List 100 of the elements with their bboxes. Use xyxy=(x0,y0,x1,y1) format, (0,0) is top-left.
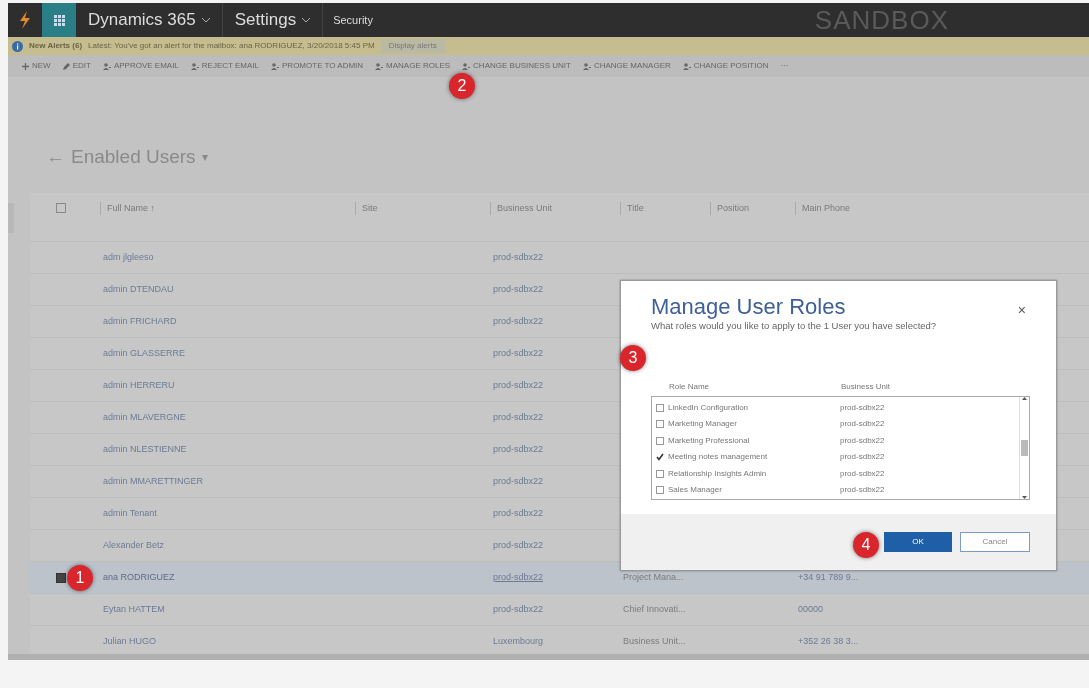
subarea-link[interactable]: Security xyxy=(323,3,383,37)
view-selector-caret[interactable]: ▾ xyxy=(201,148,208,166)
business-unit: prod-sdbx22 xyxy=(840,451,885,464)
dialog-title: Manage User Roles xyxy=(651,295,846,320)
role-name: Marketing Professional xyxy=(668,434,751,447)
business-unit: prod-sdbx22 xyxy=(840,467,885,480)
table-cell: Chief Innovati... xyxy=(623,603,686,614)
business-unit-link[interactable]: prod-sdbx22 xyxy=(493,475,544,486)
command-button[interactable]: ··· xyxy=(780,60,789,72)
select-all-checkbox[interactable] xyxy=(56,203,66,214)
row-checkbox[interactable] xyxy=(56,572,66,583)
scrollbar-thumb xyxy=(1021,440,1028,457)
user-name-link[interactable]: Eytan HATTEM xyxy=(103,603,165,614)
command-button[interactable]: APPROVE EMAIL xyxy=(102,60,179,72)
user-name-link[interactable]: adm jlgleeso xyxy=(103,251,154,262)
user-name-link[interactable]: admin NLESTIENNE xyxy=(103,443,187,454)
column-header[interactable]: Main Phone xyxy=(795,201,895,216)
business-unit-link[interactable]: prod-sdbx22 xyxy=(493,571,544,582)
alert-title: New Alerts (6) xyxy=(29,40,83,52)
info-icon xyxy=(12,40,23,52)
command-button[interactable]: MANAGE ROLES xyxy=(375,60,451,72)
phone-link[interactable]: +34 91 789 9... xyxy=(798,571,859,582)
view-title: Enabled Users xyxy=(71,144,196,169)
phone-link[interactable]: +352 26 38 3... xyxy=(798,635,859,646)
display-alerts-link[interactable]: Display alerts xyxy=(380,39,445,53)
business-unit-link[interactable]: prod-sdbx22 xyxy=(493,411,544,422)
command-button[interactable]: NEW xyxy=(22,60,51,72)
sidebar-toggle[interactable] xyxy=(8,203,14,233)
business-unit-link[interactable]: prod-sdbx22 xyxy=(493,507,544,518)
user-name-link[interactable]: Alexander Betz xyxy=(103,539,165,550)
user-name-link[interactable]: admin Tenant xyxy=(103,507,157,518)
business-unit-link[interactable]: prod-sdbx22 xyxy=(493,603,544,614)
user-name-link[interactable]: admin HERRERU xyxy=(103,379,175,390)
dialog-subtitle: What roles would you like to apply to the 1 User you have selected? xyxy=(651,319,938,334)
scroll-up-icon xyxy=(1022,397,1027,401)
column-header[interactable]: Site xyxy=(355,201,490,216)
business-unit-link[interactable]: prod-sdbx22 xyxy=(493,251,544,262)
command-button[interactable]: CHANGE POSITION xyxy=(682,60,769,72)
list-header: Business Unit xyxy=(841,381,890,394)
business-unit-link[interactable]: prod-sdbx22 xyxy=(493,539,544,550)
user-name-link[interactable]: admin MLAVERGNE xyxy=(103,411,186,422)
chevron-icon xyxy=(302,17,311,23)
product-menu[interactable]: Dynamics 365 xyxy=(88,7,196,33)
command-button[interactable]: EDIT xyxy=(62,60,91,72)
person-icon xyxy=(375,62,384,70)
business-unit-link[interactable]: prod-sdbx22 xyxy=(493,347,544,358)
role-checkbox[interactable] xyxy=(656,420,664,429)
role-name: Meeting notes management xyxy=(668,451,769,464)
command-button[interactable]: REJECT EMAIL xyxy=(190,60,260,72)
person-icon xyxy=(271,62,280,70)
role-name: Relationship Insights Admin xyxy=(668,467,768,480)
business-unit: prod-sdbx22 xyxy=(840,401,885,414)
business-unit-link[interactable]: prod-sdbx22 xyxy=(493,315,544,326)
cancel-button[interactable]: Cancel xyxy=(960,532,1030,552)
business-unit-link[interactable]: prod-sdbx22 xyxy=(493,379,544,390)
role-checkbox[interactable] xyxy=(656,486,664,495)
business-unit-link[interactable]: prod-sdbx22 xyxy=(493,283,544,294)
step-number-badge: 2 xyxy=(449,73,475,99)
business-unit: prod-sdbx22 xyxy=(840,434,885,447)
checkmark-icon xyxy=(656,453,664,462)
lightning-icon xyxy=(19,11,31,29)
user-name-link[interactable]: Julian HUGO xyxy=(103,635,156,646)
command-button[interactable]: CHANGE BUSINESS UNIT xyxy=(462,60,571,72)
role-checkbox[interactable] xyxy=(656,469,664,478)
list-header: Role Name xyxy=(669,381,710,394)
role-checkbox[interactable] xyxy=(656,453,664,462)
business-unit-link[interactable]: prod-sdbx22 xyxy=(493,443,544,454)
close-button[interactable]: × xyxy=(1011,299,1032,322)
area-menu[interactable]: Settings xyxy=(234,7,297,33)
ok-button[interactable]: OK xyxy=(884,532,952,552)
role-checkbox[interactable] xyxy=(656,436,664,445)
table-cell: Project Mana... xyxy=(623,571,684,582)
role-name: Sales Manager xyxy=(668,484,723,497)
person-icon xyxy=(102,62,111,70)
role-checkbox[interactable] xyxy=(656,403,664,412)
person-icon xyxy=(682,62,691,70)
person-icon xyxy=(462,62,471,70)
app-grid-icon xyxy=(53,14,65,26)
command-button[interactable]: CHANGE MANAGER xyxy=(582,60,671,72)
user-name-link[interactable]: admin GLASSERRE xyxy=(103,347,186,358)
command-button[interactable]: PROMOTE TO ADMIN xyxy=(271,60,364,72)
back-button[interactable]: ← xyxy=(46,142,65,172)
pencil-icon xyxy=(62,62,70,70)
chevron-icon xyxy=(201,17,210,23)
user-name-link[interactable]: admin MMARETTINGER xyxy=(103,475,203,486)
user-name-link[interactable]: admin FRICHARD xyxy=(103,315,177,326)
business-unit: prod-sdbx22 xyxy=(840,484,885,497)
person-icon xyxy=(190,62,199,70)
column-header[interactable]: Business Unit xyxy=(490,201,620,216)
phone-link[interactable]: 00000 xyxy=(798,603,824,614)
table-cell: Business Unit... xyxy=(623,635,686,646)
user-name-link[interactable]: admin DTENDAU xyxy=(103,283,174,294)
business-unit-link[interactable]: Luxembourg xyxy=(493,635,544,646)
person-icon xyxy=(582,62,591,70)
scroll-down-icon xyxy=(1022,496,1027,500)
user-name-link[interactable]: ana RODRIGUEZ xyxy=(103,571,175,582)
column-header[interactable]: Position xyxy=(710,201,795,216)
column-header[interactable]: Full Name ↑ xyxy=(100,201,355,216)
business-unit: prod-sdbx22 xyxy=(840,418,885,431)
column-header[interactable]: Title xyxy=(620,201,710,216)
